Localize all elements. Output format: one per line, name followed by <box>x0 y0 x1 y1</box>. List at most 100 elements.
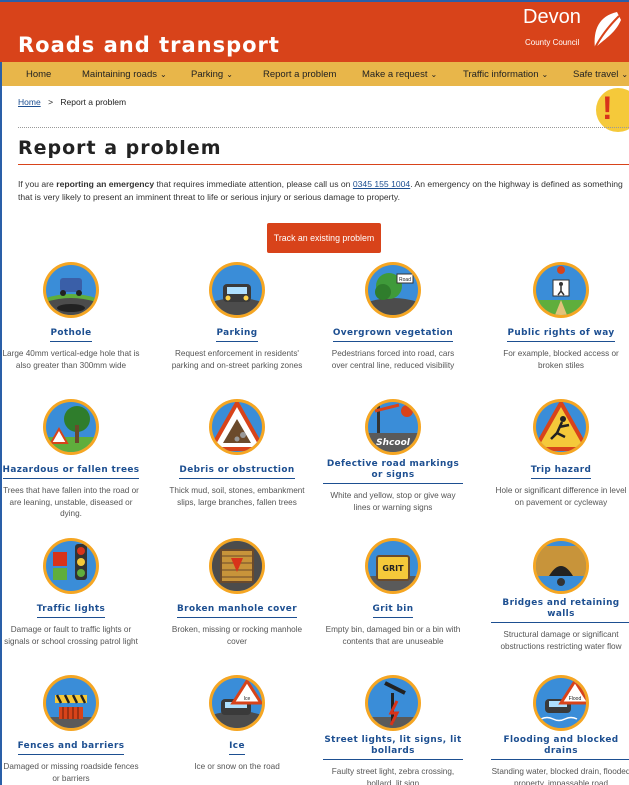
vegetation-icon: Road <box>365 262 421 318</box>
problem-link[interactable]: Fences and barriers <box>17 741 125 755</box>
nav-item-label: Report a problem <box>263 69 337 80</box>
problem-description: Structural damage or significant obstruc… <box>500 630 622 651</box>
site-header: Roads and transport Devon County Council <box>0 0 629 62</box>
problem-link[interactable]: Defective road markings or signs <box>323 459 463 484</box>
problem-link[interactable]: Street lights, lit signs, lit bollards <box>323 735 463 760</box>
svg-text:GRIT: GRIT <box>382 564 404 573</box>
svg-text:Flood: Flood <box>569 696 582 702</box>
problem-tile-rights-of-way[interactable]: Public rights of way For example, blocked… <box>491 260 629 371</box>
problem-link[interactable]: Parking <box>216 328 258 342</box>
problem-link[interactable]: Pothole <box>50 328 92 342</box>
debris-icon <box>209 399 265 455</box>
problem-tile-grit-bin[interactable]: GRIT Grit bin Empty bin, damaged bin or a … <box>323 536 463 647</box>
nav-item-traffic-information[interactable]: Traffic information ⌄ <box>463 69 548 80</box>
chevron-down-icon: ⌄ <box>226 70 233 79</box>
rights-of-way-icon <box>533 262 589 318</box>
svg-text:Ice: Ice <box>244 696 251 702</box>
chevron-down-icon: ⌄ <box>621 70 629 79</box>
problem-tile-street-light[interactable]: Street lights, lit signs, lit bollards Fa… <box>323 673 463 785</box>
problem-link[interactable]: Bridges and retaining walls <box>491 598 629 623</box>
problem-tile-debris[interactable]: Debris or obstruction Thick mud, soil, st… <box>167 397 307 508</box>
track-problem-button[interactable]: Track an existing problem <box>267 223 381 253</box>
problem-description: Pedestrians forced into road, cars over … <box>331 349 455 370</box>
problem-tile-vegetation[interactable]: Road Overgrown vegetation Pedestrians forc… <box>323 260 463 371</box>
emergency-phone-link[interactable]: 0345 155 1004 <box>353 179 410 189</box>
problem-link[interactable]: Flooding and blocked drains <box>491 735 629 760</box>
problem-link[interactable]: Public rights of way <box>507 328 615 342</box>
problem-description: For example, blocked access or broken st… <box>503 349 619 370</box>
nav-item-report-a-problem[interactable]: Report a problem <box>263 69 336 80</box>
nav-item-label: Home <box>26 69 52 80</box>
problem-link[interactable]: Hazardous or fallen trees <box>2 465 140 479</box>
intro-text-2: that requires immediate attention, pleas… <box>154 179 353 189</box>
problem-link[interactable]: Broken manhole cover <box>177 604 297 618</box>
bridge-icon <box>533 538 589 594</box>
street-light-icon <box>365 675 421 731</box>
chevron-down-icon: ⌄ <box>430 70 438 79</box>
problem-description: Ice or snow on the road <box>194 762 280 771</box>
nav-item-safe-travel[interactable]: Safe travel ⌄ <box>573 69 628 80</box>
problem-link[interactable]: Grit bin <box>372 604 414 618</box>
ice-icon: Ice <box>209 675 265 731</box>
nav-item-label: Safe travel <box>573 69 619 80</box>
problem-description: Damage or fault to traffic lights or sig… <box>4 625 138 646</box>
road-markings-icon: Shcool <box>365 399 421 455</box>
breadcrumb-home-link[interactable]: Home <box>18 97 41 107</box>
traffic-lights-icon <box>43 538 99 594</box>
problem-tile-bridge[interactable]: Bridges and retaining walls Structural da… <box>491 536 629 652</box>
problem-link[interactable]: Debris or obstruction <box>179 465 295 479</box>
problem-tile-fallen-tree[interactable]: Hazardous or fallen trees Trees that have… <box>1 397 141 520</box>
nav-item-label: Maintaining roads <box>82 69 157 80</box>
problem-description: White and yellow, stop or give way lines… <box>330 491 456 512</box>
intro-text-1: If you are <box>18 179 57 189</box>
problem-link[interactable]: Traffic lights <box>36 604 106 618</box>
problem-description: Large 40mm vertical-edge hole that is al… <box>2 349 140 370</box>
page-edge <box>0 0 2 785</box>
nav-item-label: Parking <box>191 69 224 80</box>
page-title: Report a problem <box>18 137 222 159</box>
problem-tile-pothole[interactable]: Pothole Large 40mm vertical-edge hole tha… <box>1 260 141 371</box>
problem-tile-trip-hazard[interactable]: Trip hazard Hole or significant differenc… <box>491 397 629 508</box>
breadcrumb-current: Report a problem <box>60 97 127 107</box>
nav-item-parking[interactable]: Parking ⌄ <box>191 69 233 80</box>
problem-link[interactable]: Overgrown vegetation <box>332 328 454 342</box>
nav-item-maintaining-roads[interactable]: Maintaining roads ⌄ <box>82 69 167 80</box>
problem-tile-ice[interactable]: Ice Ice Ice or snow on the road <box>167 673 307 773</box>
nav-item-label: Traffic information <box>463 69 539 80</box>
svg-text:Shcool: Shcool <box>376 438 411 448</box>
problem-tile-parking[interactable]: Parking Request enforcement in residents'… <box>167 260 307 371</box>
chevron-down-icon: ⌄ <box>160 70 167 79</box>
problem-description: Broken, missing or rocking manhole cover <box>171 625 303 646</box>
parking-icon <box>209 262 265 318</box>
problem-description: Standing water, blocked drain, flooded p… <box>491 767 629 785</box>
leaf-logo-icon <box>594 12 621 49</box>
main-nav: Home Maintaining roads ⌄ Parking ⌄ Report a p… <box>0 62 629 86</box>
divider <box>18 127 629 128</box>
grit-bin-icon: GRIT <box>365 538 421 594</box>
problem-description: Empty bin, damaged bin or a bin with con… <box>325 625 461 646</box>
problem-tile-manhole[interactable]: Broken manhole cover Broken, missing or r… <box>167 536 307 647</box>
problem-description: Hole or significant difference in level … <box>495 486 627 507</box>
manhole-icon <box>209 538 265 594</box>
fence-icon <box>43 675 99 731</box>
nav-item-home[interactable]: Home <box>26 69 51 80</box>
emergency-notice: If you are reporting an emergency that r… <box>18 178 629 204</box>
devon-logo[interactable]: Devon County Council <box>523 6 623 60</box>
problem-tile-fence[interactable]: Fences and barriers Damaged or missing ro… <box>1 673 141 784</box>
problem-description: Request enforcement in residents' parkin… <box>171 349 303 370</box>
problem-link[interactable]: Trip hazard <box>530 465 592 479</box>
problem-tile-flooding[interactable]: Flood Flooding and blocked drains Standing… <box>491 673 629 785</box>
problem-link[interactable]: Ice <box>229 741 245 755</box>
problem-tile-traffic-lights[interactable]: Traffic lights Damage or fault to traffic… <box>1 536 141 647</box>
problem-description: Trees that have fallen into the road or … <box>3 486 139 518</box>
problem-description: Faulty street light, zebra crossing, bol… <box>331 767 455 785</box>
breadcrumb-separator: > <box>48 97 54 107</box>
nav-item-make-a-request[interactable]: Make a request ⌄ <box>362 69 437 80</box>
problem-tile-road-markings[interactable]: Shcool Defective road markings or signs Wh… <box>323 397 463 513</box>
site-title[interactable]: Roads and transport <box>18 33 280 57</box>
trip-hazard-icon <box>533 399 589 455</box>
chevron-down-icon: ⌄ <box>541 70 549 79</box>
title-underline <box>18 164 629 165</box>
svg-text:Road: Road <box>399 277 411 283</box>
logo-word: Devon <box>523 6 581 28</box>
